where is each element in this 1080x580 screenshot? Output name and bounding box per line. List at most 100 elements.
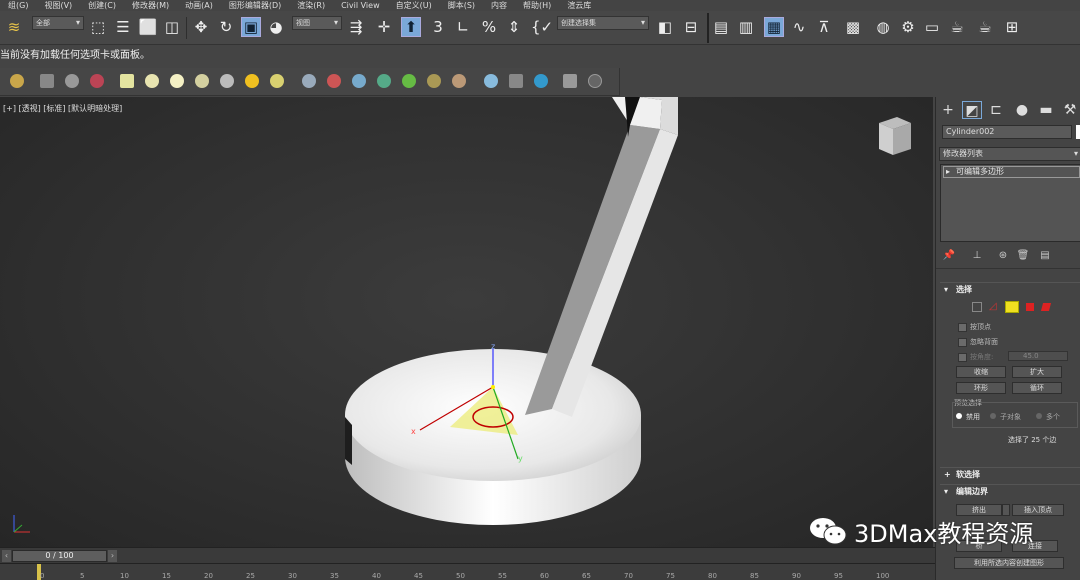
remove-modifier-icon[interactable]: 🗑 xyxy=(1016,250,1030,264)
edge-mode-icon[interactable]: ◿ xyxy=(989,302,999,312)
menu-rendering[interactable]: 渲染(R) xyxy=(297,0,325,11)
tree-icon[interactable] xyxy=(402,74,416,88)
scatter-icon[interactable] xyxy=(427,74,441,88)
render-icon[interactable] xyxy=(534,74,548,88)
motion-tab-icon[interactable]: ● xyxy=(1012,101,1032,119)
keyboard-shortcut-toggle-icon[interactable]: ⬆ xyxy=(401,17,421,37)
sphere-primitive-icon[interactable] xyxy=(145,74,159,88)
preview-subobject-radio[interactable]: 子对象 xyxy=(990,412,1021,422)
edit-named-selection-icon[interactable]: {✓ xyxy=(531,17,553,37)
menu-customize[interactable]: 自定义(U) xyxy=(396,0,432,11)
menu-create[interactable]: 创建(C) xyxy=(88,0,116,11)
particles-icon[interactable] xyxy=(302,74,316,88)
material-sphere-icon[interactable] xyxy=(484,74,498,88)
camera-icon[interactable] xyxy=(90,74,104,88)
modify-tab-icon[interactable]: ◩ xyxy=(962,101,982,119)
toggle-layer-explorer-icon[interactable]: ▥ xyxy=(736,17,756,37)
show-end-result-icon[interactable]: ⊥ xyxy=(970,250,984,264)
scene-explorer-icon[interactable] xyxy=(10,74,24,88)
loop-button[interactable]: 循环 xyxy=(1012,382,1062,394)
geosphere-icon[interactable] xyxy=(170,74,184,88)
percent-snap-icon[interactable]: % xyxy=(479,17,499,37)
scale-icon[interactable]: ▣ xyxy=(241,17,261,37)
toggle-scene-explorer-icon[interactable]: ▤ xyxy=(711,17,731,37)
object-name-field[interactable]: Cylinder002 xyxy=(942,125,1072,139)
menu-views[interactable]: 视图(V) xyxy=(44,0,72,11)
rendered-frame-window-icon[interactable]: ▭ xyxy=(922,17,942,37)
move-icon[interactable]: ✥ xyxy=(191,17,211,37)
element-mode-icon[interactable] xyxy=(1040,303,1052,311)
time-slider-handle[interactable]: 0 / 100 xyxy=(12,550,107,562)
prev-frame-button[interactable]: ‹ xyxy=(2,550,11,562)
rect-selection-region-icon[interactable]: ⬜ xyxy=(138,17,158,37)
named-selection-dropdown[interactable]: 创建选择集 xyxy=(557,16,649,30)
render-setup-icon[interactable]: ⚙ xyxy=(898,17,918,37)
light-icon[interactable] xyxy=(65,74,79,88)
next-frame-button[interactable]: › xyxy=(108,550,117,562)
place-icon[interactable]: ◕ xyxy=(266,17,286,37)
rotate-icon[interactable]: ↻ xyxy=(216,17,236,37)
create-tab-icon[interactable]: + xyxy=(938,101,958,119)
dynamics-icon[interactable] xyxy=(327,74,341,88)
stack-item-editable-poly[interactable]: 可编辑多边形 xyxy=(943,166,1080,178)
menu-animation[interactable]: 动画(A) xyxy=(185,0,213,11)
select-manipulate-icon[interactable]: ✛ xyxy=(374,17,394,37)
pin-stack-icon[interactable]: 📌 xyxy=(942,250,956,264)
spinner-snap-icon[interactable]: ⇕ xyxy=(504,17,524,37)
edit-borders-rollout-header[interactable]: ▾ 编辑边界 xyxy=(940,484,1080,497)
hair-icon[interactable] xyxy=(377,74,391,88)
menu-group[interactable]: 组(G) xyxy=(8,0,28,11)
object-color-swatch[interactable] xyxy=(1076,125,1080,139)
a360-render-icon[interactable]: ⊞ xyxy=(1002,17,1022,37)
align-icon[interactable]: ⊟ xyxy=(681,17,701,37)
ignore-backfacing-checkbox[interactable]: 忽略背面 xyxy=(958,337,998,347)
box-primitive-icon[interactable] xyxy=(120,74,134,88)
utilities-tab-icon[interactable]: ⚒ xyxy=(1060,101,1080,119)
toggle-ribbon-icon[interactable]: ▦ xyxy=(764,17,784,37)
angle-snap-icon[interactable]: ∟ xyxy=(453,17,473,37)
ring-button[interactable]: 环形 xyxy=(956,382,1006,394)
help-icon[interactable] xyxy=(588,74,602,88)
menu-civil-view[interactable]: Civil View xyxy=(341,1,380,10)
create-shape-button[interactable]: 利用所选内容创建图形 xyxy=(954,557,1064,569)
cone-icon[interactable] xyxy=(220,74,234,88)
menu-scripting[interactable]: 脚本(S) xyxy=(448,0,475,11)
reference-coord-dropdown[interactable]: 视图 xyxy=(292,16,342,30)
soft-selection-rollout-header[interactable]: + 软选择 xyxy=(940,467,1080,480)
configure-modifier-sets-icon[interactable]: ▤ xyxy=(1038,250,1052,264)
cloth-icon[interactable] xyxy=(352,74,366,88)
grow-button[interactable]: 扩大 xyxy=(1012,366,1062,378)
save-icon[interactable] xyxy=(563,74,577,88)
menu-modifiers[interactable]: 修改器(M) xyxy=(132,0,169,11)
dope-sheet-icon[interactable]: ⊼ xyxy=(814,17,834,37)
vertex-mode-icon[interactable] xyxy=(972,302,982,312)
curve-editor-icon[interactable]: ∿ xyxy=(789,17,809,37)
pivot-center-icon[interactable]: ⇶ xyxy=(346,17,366,37)
render-region-icon[interactable] xyxy=(509,74,523,88)
sunlight-icon[interactable] xyxy=(245,74,259,88)
menu-help[interactable]: 帮助(H) xyxy=(523,0,551,11)
menu-content[interactable]: 内容 xyxy=(491,0,507,11)
select-by-name-icon[interactable]: ☰ xyxy=(113,17,133,37)
make-unique-icon[interactable]: ⊛ xyxy=(996,250,1010,264)
torus-icon[interactable] xyxy=(195,74,209,88)
select-object-icon[interactable]: ⬚ xyxy=(88,17,108,37)
perspective-viewport[interactable]: [+] [透视] [标准] [默认明暗处理] z x y xyxy=(0,97,933,547)
snap-3d-icon[interactable]: 3 xyxy=(428,17,448,37)
menu-render-cloud[interactable]: 渲云库 xyxy=(567,0,591,11)
omni-light-icon[interactable] xyxy=(270,74,284,88)
preview-disabled-radio[interactable]: 禁用 xyxy=(956,412,980,422)
bind-space-warp-icon[interactable]: ≋ xyxy=(4,17,24,37)
track-bar[interactable]: 0 5 10 15 20 25 30 35 40 45 50 55 60 65 … xyxy=(0,563,935,580)
lamp-arm[interactable] xyxy=(525,97,678,417)
polygon-mode-icon[interactable] xyxy=(1026,303,1034,311)
time-slider[interactable]: ‹ 0 / 100 › xyxy=(0,547,935,563)
display-tab-icon[interactable]: ▬ xyxy=(1036,101,1056,119)
modifier-list-dropdown[interactable]: 修改器列表 xyxy=(939,147,1080,161)
render-iterative-icon[interactable]: ☕ xyxy=(975,17,995,37)
by-vertex-checkbox[interactable]: 按顶点 xyxy=(958,322,991,332)
schematic-view-icon[interactable]: ▩ xyxy=(843,17,863,37)
render-production-icon[interactable]: ☕ xyxy=(947,17,967,37)
shrink-button[interactable]: 收缩 xyxy=(956,366,1006,378)
material-editor-icon[interactable]: ◍ xyxy=(873,17,893,37)
